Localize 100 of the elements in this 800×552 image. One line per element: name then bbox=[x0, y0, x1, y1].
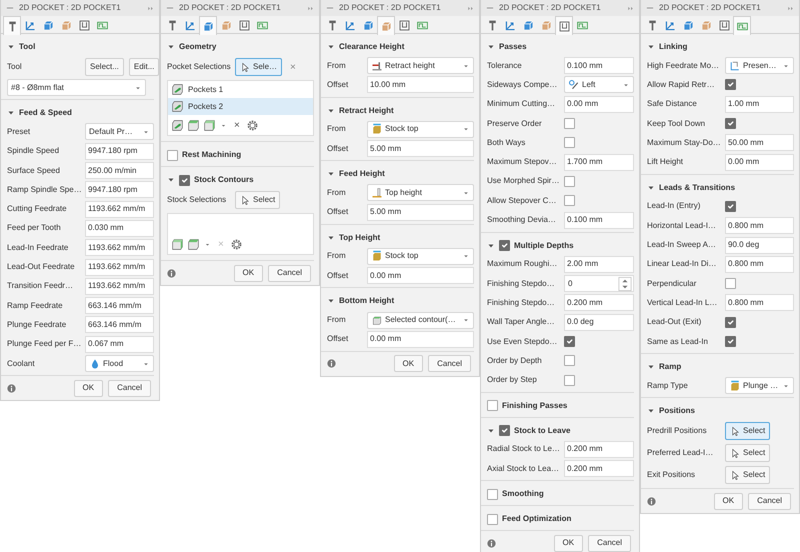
tab[interactable] bbox=[555, 16, 573, 35]
checkbox[interactable] bbox=[725, 118, 736, 130]
input-field[interactable]: 0.100 mm bbox=[564, 57, 634, 74]
checkbox[interactable] bbox=[487, 514, 498, 525]
caret-icon[interactable] bbox=[327, 106, 335, 115]
caret-icon[interactable] bbox=[167, 176, 175, 184]
checkbox[interactable] bbox=[725, 200, 736, 212]
input-field[interactable]: 5.00 mm bbox=[367, 204, 474, 221]
dialog-button[interactable]: Cancel bbox=[268, 264, 311, 282]
checkbox[interactable] bbox=[725, 79, 736, 90]
input-field[interactable]: 2.00 mm bbox=[564, 256, 634, 273]
checkbox[interactable] bbox=[564, 355, 575, 366]
dropdown[interactable]: Stock top bbox=[367, 248, 474, 265]
box-icon[interactable] bbox=[187, 238, 200, 250]
box-icon[interactable] bbox=[187, 118, 200, 132]
dropdown[interactable]: Selected contour(… bbox=[367, 312, 474, 329]
caret-icon[interactable] bbox=[7, 43, 15, 51]
input-field[interactable]: 0.0 deg bbox=[564, 314, 634, 331]
button[interactable]: Select... bbox=[85, 58, 124, 76]
dropdown[interactable]: Plunge … bbox=[725, 377, 794, 394]
dropdown[interactable]: Default Pr… bbox=[85, 123, 154, 140]
checkbox[interactable] bbox=[564, 176, 575, 187]
input-field[interactable]: 1.00 mm bbox=[725, 96, 794, 113]
dropdown[interactable]: Left bbox=[564, 76, 634, 94]
input-field[interactable]: 1193.662 mm/m bbox=[85, 200, 154, 218]
checkbox[interactable] bbox=[725, 278, 736, 290]
dialog-button[interactable]: OK bbox=[394, 355, 424, 372]
caret-icon[interactable] bbox=[487, 43, 495, 51]
tab[interactable] bbox=[3, 16, 21, 35]
input-field[interactable]: 9947.180 rpm bbox=[85, 142, 154, 160]
checkbox[interactable] bbox=[499, 425, 510, 436]
caret-icon[interactable] bbox=[167, 43, 175, 51]
input-field[interactable]: 1.700 mm bbox=[564, 154, 634, 171]
dialog-button[interactable]: OK bbox=[554, 534, 584, 552]
input-field[interactable]: 0.030 mm bbox=[85, 220, 154, 237]
input-field[interactable]: 0.200 mm bbox=[564, 440, 634, 458]
list-item[interactable]: Pockets 1 bbox=[168, 81, 313, 98]
caret-icon[interactable] bbox=[327, 234, 335, 242]
input-field[interactable]: 1193.662 mm/m bbox=[85, 239, 154, 256]
dialog-button[interactable]: OK bbox=[714, 492, 744, 510]
checkbox[interactable] bbox=[564, 118, 575, 130]
number-field[interactable]: 0 bbox=[564, 275, 634, 292]
caret-icon[interactable] bbox=[487, 426, 495, 435]
dialog-button[interactable]: Cancel bbox=[108, 380, 151, 397]
input-field[interactable]: 0.800 mm bbox=[725, 217, 794, 234]
settings-icon[interactable] bbox=[230, 238, 243, 250]
dialog-button[interactable]: OK bbox=[234, 264, 264, 282]
checkbox[interactable] bbox=[725, 316, 736, 328]
box-icon[interactable] bbox=[203, 118, 216, 132]
input-field[interactable]: 663.146 mm/m bbox=[85, 316, 154, 334]
input-field[interactable]: 0.00 mm bbox=[564, 96, 634, 113]
input-field[interactable]: 10.00 mm bbox=[367, 76, 474, 94]
checkbox[interactable] bbox=[499, 240, 510, 252]
input-field[interactable]: 1193.662 mm/m bbox=[85, 278, 154, 295]
caret-icon[interactable] bbox=[487, 242, 495, 250]
checkbox[interactable] bbox=[167, 150, 178, 160]
dialog-button[interactable]: Cancel bbox=[428, 355, 471, 372]
dropdown[interactable]: Presen… bbox=[725, 57, 794, 74]
checkbox[interactable] bbox=[487, 488, 498, 500]
select-button[interactable]: Sele… bbox=[235, 58, 282, 76]
dialog-button[interactable]: Cancel bbox=[588, 534, 631, 552]
input-field[interactable]: 0.800 mm bbox=[725, 294, 794, 312]
caret-icon[interactable] bbox=[647, 184, 655, 192]
input-field[interactable]: 250.00 m/min bbox=[85, 162, 154, 180]
input-field[interactable]: 0.067 mm bbox=[85, 336, 154, 353]
checkbox[interactable] bbox=[487, 400, 498, 412]
box-icon[interactable] bbox=[171, 238, 184, 250]
checkbox[interactable] bbox=[564, 336, 575, 347]
input-field[interactable]: 1193.662 mm/m bbox=[85, 258, 154, 276]
select-button[interactable]: Select bbox=[725, 444, 770, 462]
input-field[interactable]: 0.200 mm bbox=[564, 294, 634, 312]
caret-icon[interactable] bbox=[327, 43, 335, 51]
dropdown[interactable]: Retract height bbox=[367, 57, 474, 74]
dropdown[interactable]: #8 - Ø8mm flat bbox=[7, 79, 146, 96]
input-field[interactable]: 663.146 mm/m bbox=[85, 297, 154, 314]
dialog-button[interactable]: Cancel bbox=[748, 492, 791, 510]
input-field[interactable]: 90.0 deg bbox=[725, 236, 794, 254]
checkbox[interactable] bbox=[564, 374, 575, 386]
select-button[interactable]: Select bbox=[725, 422, 770, 440]
tab[interactable] bbox=[199, 16, 217, 35]
dropdown[interactable]: Top height bbox=[367, 184, 474, 202]
input-field[interactable]: 5.00 mm bbox=[367, 140, 474, 158]
caret-icon[interactable] bbox=[647, 43, 655, 51]
settings-icon[interactable] bbox=[246, 118, 259, 132]
input-field[interactable]: 0.00 mm bbox=[367, 330, 474, 348]
checkbox[interactable] bbox=[564, 137, 575, 148]
button[interactable]: Edit... bbox=[128, 58, 160, 76]
dropdown[interactable]: Stock top bbox=[367, 120, 474, 138]
input-field[interactable]: 50.00 mm bbox=[725, 134, 794, 152]
checkbox[interactable] bbox=[179, 174, 190, 186]
remove-button[interactable]: × bbox=[231, 118, 243, 132]
checkbox[interactable] bbox=[725, 336, 736, 347]
input-field[interactable]: 0.200 mm bbox=[564, 460, 634, 478]
dropdown[interactable]: Flood bbox=[85, 355, 154, 372]
select-button[interactable]: Select bbox=[725, 466, 770, 484]
input-field[interactable]: 0.100 mm bbox=[564, 212, 634, 229]
checkbox[interactable] bbox=[564, 195, 575, 206]
dialog-button[interactable]: OK bbox=[74, 380, 104, 397]
input-field[interactable]: 0.00 mm bbox=[725, 154, 794, 171]
input-field[interactable]: 9947.180 rpm bbox=[85, 181, 154, 198]
